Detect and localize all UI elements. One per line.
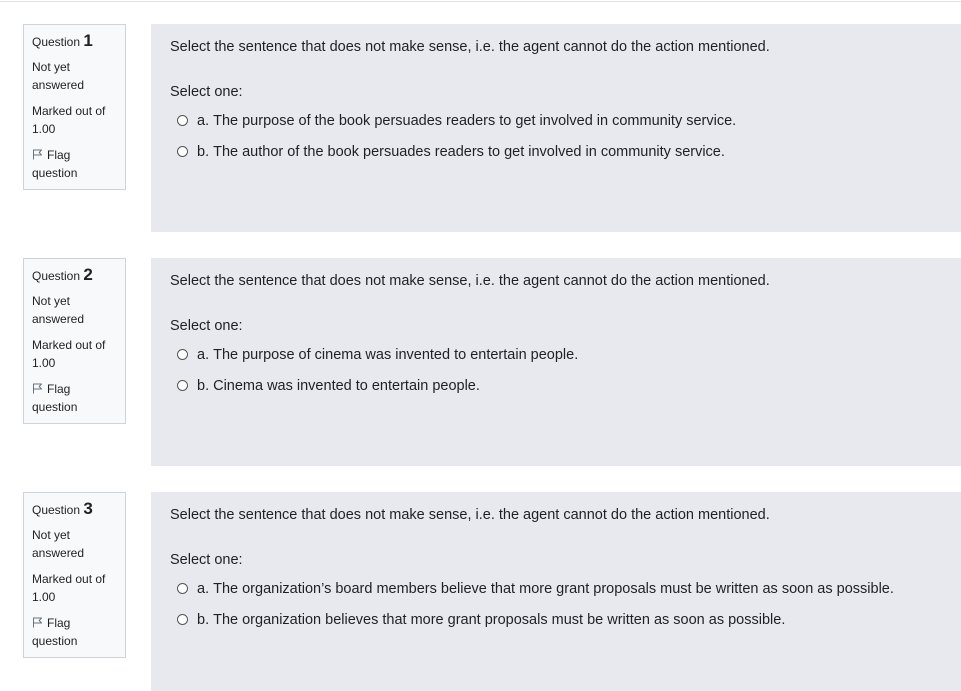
question-grade: Marked out of 1.00	[32, 104, 106, 136]
option-letter: b.	[197, 611, 210, 628]
answer-option-a[interactable]: a. The organization’s board members beli…	[170, 573, 961, 604]
option-text: The purpose of cinema was invented to en…	[213, 346, 579, 363]
answer-option-b[interactable]: b. The author of the book persuades read…	[170, 136, 961, 167]
answer-prompt: Select one:	[170, 318, 243, 334]
option-text: The organization believes that more gran…	[213, 611, 786, 628]
question-content: Select the sentence that does not make s…	[151, 492, 961, 691]
question-state: Not yet answered	[32, 528, 85, 560]
question-info: Question 1 Not yet answered Marked out o…	[23, 24, 126, 190]
radio-button[interactable]	[177, 115, 188, 126]
question-state: Not yet answered	[32, 294, 85, 326]
flag-question-link[interactable]: Flag question	[32, 146, 117, 182]
question-info: Question 3 Not yet answered Marked out o…	[23, 492, 126, 658]
option-letter: a.	[197, 580, 210, 597]
flag-question-link[interactable]: Flag question	[32, 380, 117, 416]
question-1: Question 1 Not yet answered Marked out o…	[0, 24, 961, 232]
radio-button[interactable]	[177, 614, 188, 625]
option-letter: a.	[197, 112, 210, 129]
option-text: Cinema was invented to entertain people.	[213, 377, 480, 394]
answer-option-a[interactable]: a. The purpose of the book persuades rea…	[170, 105, 961, 136]
radio-button[interactable]	[177, 349, 188, 360]
question-state: Not yet answered	[32, 60, 85, 92]
answer-options: a. The purpose of cinema was invented to…	[170, 339, 961, 401]
answer-option-a[interactable]: a. The purpose of cinema was invented to…	[170, 339, 961, 370]
question-content: Select the sentence that does not make s…	[151, 258, 961, 466]
top-divider	[0, 1, 961, 2]
option-letter: b.	[197, 143, 210, 160]
question-text: Select the sentence that does not make s…	[170, 273, 770, 289]
question-grade: Marked out of 1.00	[32, 338, 106, 370]
answer-prompt: Select one:	[170, 552, 243, 568]
question-content: Select the sentence that does not make s…	[151, 24, 961, 232]
option-text: The author of the book persuades readers…	[213, 143, 725, 160]
question-number: Question 1	[32, 31, 93, 50]
question-3: Question 3 Not yet answered Marked out o…	[0, 492, 961, 691]
question-number: Question 3	[32, 499, 93, 518]
flag-icon	[33, 149, 42, 160]
radio-button[interactable]	[177, 583, 188, 594]
option-letter: a.	[197, 346, 210, 363]
option-text: The purpose of the book persuades reader…	[213, 112, 737, 129]
question-number-value: 3	[83, 499, 93, 518]
question-text: Select the sentence that does not make s…	[170, 507, 770, 523]
radio-button[interactable]	[177, 146, 188, 157]
question-2: Question 2 Not yet answered Marked out o…	[0, 258, 961, 466]
radio-button[interactable]	[177, 380, 188, 391]
answer-options: a. The organization’s board members beli…	[170, 573, 961, 635]
question-grade: Marked out of 1.00	[32, 572, 106, 604]
answer-options: a. The purpose of the book persuades rea…	[170, 105, 961, 167]
option-letter: b.	[197, 377, 210, 394]
question-number-value: 2	[83, 265, 93, 284]
question-text: Select the sentence that does not make s…	[170, 39, 770, 55]
flag-icon	[33, 383, 42, 394]
answer-option-b[interactable]: b. Cinema was invented to entertain peop…	[170, 370, 961, 401]
answer-prompt: Select one:	[170, 84, 243, 100]
question-number: Question 2	[32, 265, 93, 284]
question-number-value: 1	[83, 31, 93, 50]
question-info: Question 2 Not yet answered Marked out o…	[23, 258, 126, 424]
answer-option-b[interactable]: b. The organization believes that more g…	[170, 604, 961, 635]
option-text: The organization’s board members believe…	[213, 580, 894, 597]
flag-question-link[interactable]: Flag question	[32, 614, 117, 650]
flag-icon	[33, 617, 42, 628]
